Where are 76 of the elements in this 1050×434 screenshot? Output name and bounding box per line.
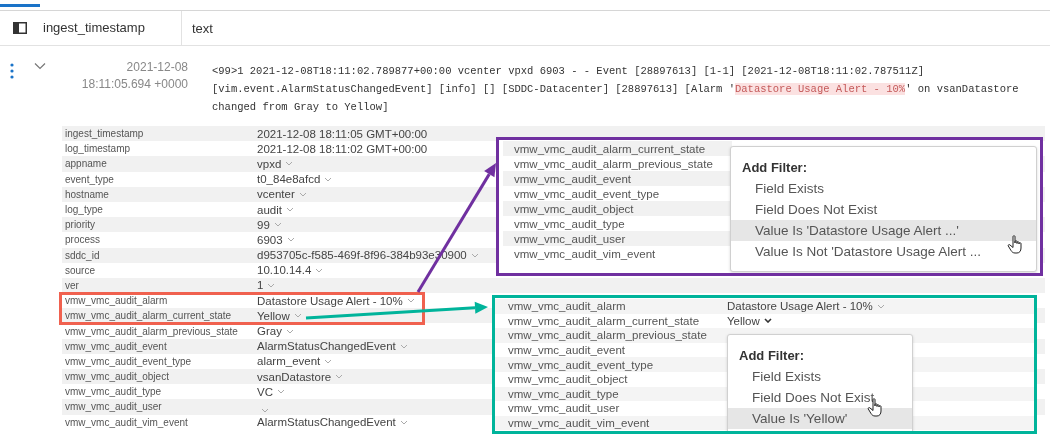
field-value: AlarmStatusChangedEvent [257,416,396,429]
field-name: priority [65,219,96,231]
menu-item[interactable]: Field Exists [731,178,1036,199]
field-name: vmw_vmc_audit_event [65,340,168,352]
field-name: vmw_vmc_audit_alarm_previous_state [508,329,708,342]
menu-title: Add Filter: [741,159,808,177]
menu-title: Add Filter: [738,347,805,365]
field-name: process [65,234,101,246]
menu-item[interactable]: Value Is 'Yellow' [728,408,912,429]
field-value: alarm_event [257,355,321,368]
field-name: vmw_vmc_audit_vim_event [65,416,189,428]
field-name: vmw_vmc_audit_event_type [508,358,655,371]
timestamp-date: 2021-12-08 [125,59,188,76]
menu-item[interactable]: Field Does Not Exist [728,387,912,408]
log-message: <99>1 2021-12-08T18:11:02.789877+00:00 vcenter vpxd 6903 - - Event [28897613] [1-1] [2021-12-08T18:11:02.787511Z] [vim.event.AlarmStatusChangedEvent] [info] [] [SDDC-Datacenter] [28897613] [Alarm 'Datastore Usage Alert - 10%' on vsanDatastore changed from Gray to Yellow] [212,64,1019,115]
field-name: vmw_vmc_audit_user [514,232,627,245]
field-value: 6903 [257,233,283,246]
field-value: 2021-12-08 18:11:02 GMT+00:00 [257,142,428,155]
field-name: vmw_vmc_audit_alarm_current_state [508,314,701,327]
columns-icon[interactable] [13,22,27,34]
column-header[interactable]: ingest_timestamp [43,11,182,45]
field-value: 99 [257,218,270,231]
field-name: vmw_vmc_audit_user [65,401,163,413]
field-name: log_timestamp [65,143,132,155]
field-value: t0_84e8afcd [257,173,321,186]
field-name: vmw_vmc_audit_alarm_current_state [65,310,233,322]
menu-item[interactable]: Field Exists [728,366,912,387]
field-value: vsanDatastore [257,370,332,383]
field-value: Datastore Usage Alert - 10% [727,300,873,313]
field-name: vmw_vmc_audit_alarm_previous_state [514,157,714,170]
field-name: log_type [65,204,104,216]
field-name: vmw_vmc_audit_event_type [514,187,661,200]
field-name: vmw_vmc_audit_type [514,217,626,230]
field-value: VC [257,385,273,398]
field-value: audit [257,203,282,216]
field-name: vmw_vmc_audit_object [65,371,170,383]
field-name: vmw_vmc_audit_user [508,402,621,415]
field-name: event_type [65,173,115,185]
column-header[interactable]: text [192,20,213,36]
field-value: Gray [257,325,282,338]
field-value: 2021-12-08 18:11:05 GMT+00:00 [257,127,428,140]
field-name: vmw_vmc_audit_event [508,344,626,357]
field-name: vmw_vmc_audit_event [514,172,632,185]
field-name: ingest_timestamp [65,128,145,140]
field-value: vcenter [257,188,295,201]
field-value: Yellow [727,314,760,327]
field-name: hostname [65,188,110,200]
menu-item[interactable]: Field Does Not Exist [731,199,1036,220]
field-name: source [65,264,96,276]
field-name: sddc_id [65,249,101,261]
field-name: vmw_vmc_audit_alarm [65,295,169,307]
menu-item[interactable]: Value Is Not 'Datastore Usage Alert ... [731,241,1036,262]
hand-cursor-icon [1007,235,1022,254]
chevron-down-icon[interactable] [763,318,772,324]
field-value: vpxd [257,157,282,170]
field-name: vmw_vmc_audit_alarm_previous_state [65,325,239,337]
field-name: vmw_vmc_audit_event_type [65,355,193,367]
field-name: vmw_vmc_audit_alarm [508,300,627,313]
field-name: vmw_vmc_audit_type [65,386,163,398]
field-value: AlarmStatusChangedEvent [257,340,396,353]
field-name: vmw_vmc_audit_object [514,202,635,215]
field-name: vmw_vmc_audit_object [508,373,629,386]
field-value: 10.10.14.4 [257,264,312,277]
field-name: vmw_vmc_audit_alarm_current_state [514,142,707,155]
field-name: appname [65,158,108,170]
field-value: Datastore Usage Alert - 10% [257,294,403,307]
menu-item[interactable]: Value Is 'Datastore Usage Alert ...' [731,220,1036,241]
tab-underline [0,4,40,7]
field-name: ver [65,279,80,291]
field-name: vmw_vmc_audit_vim_event [514,247,657,260]
timestamp-time: 18:11:05.694 +0000 [80,76,188,93]
field-name: vmw_vmc_audit_vim_event [508,417,651,430]
more-options-icon[interactable] [10,63,14,79]
field-name: vmw_vmc_audit_type [508,387,620,400]
field-value: 1 [257,279,264,292]
field-value: Yellow [257,309,290,322]
